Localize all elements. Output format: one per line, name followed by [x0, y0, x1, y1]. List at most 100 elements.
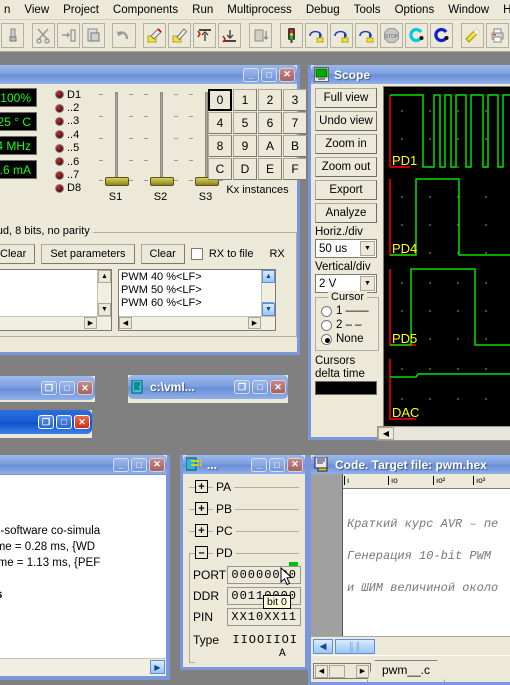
- scroll-left-icon[interactable]: ◀: [313, 639, 333, 654]
- output-minimize-button[interactable]: _: [113, 457, 129, 472]
- menu-item-options[interactable]: Options: [388, 2, 442, 18]
- scope-full-view-button[interactable]: Full view: [315, 88, 377, 108]
- keypad-key-7[interactable]: 7: [283, 112, 307, 134]
- ports-titlebar[interactable]: ... _ □ ✕: [183, 455, 305, 474]
- step-over-icon[interactable]: [304, 23, 328, 48]
- horiz-div-select[interactable]: 50 us ▼: [315, 239, 377, 258]
- tiny-c-maximize-button[interactable]: □: [252, 380, 268, 394]
- panel-minimize-button[interactable]: _: [243, 67, 259, 82]
- copy-icon[interactable]: [81, 23, 105, 48]
- panel-titlebar[interactable]: Panel _ □ ✕: [0, 65, 297, 84]
- output-close-button[interactable]: ✕: [149, 457, 165, 472]
- serial-set-parameters-button[interactable]: Set parameters: [41, 244, 135, 264]
- chevron-down-icon[interactable]: ▼: [360, 276, 375, 291]
- serial-clear-tx-button[interactable]: Clear: [0, 244, 36, 264]
- scope-analyze-button[interactable]: Analyze: [315, 203, 377, 223]
- tiny-a-close-button[interactable]: ✕: [77, 381, 93, 395]
- code-editor[interactable]: Краткий курс AVR – пе Генерация 10-bit P…: [343, 489, 510, 652]
- keypad-key-9[interactable]: 9: [233, 135, 257, 157]
- scroll-down-icon[interactable]: ▼: [262, 303, 275, 316]
- tx-horizontal-scrollbar[interactable]: ▶: [0, 316, 111, 330]
- keypad-key-b[interactable]: B: [283, 135, 307, 157]
- ports-close-button[interactable]: ✕: [287, 457, 303, 472]
- tiny-b-titlebar[interactable]: .. ❐ □ ✕: [0, 410, 92, 434]
- run-traffic-light-icon[interactable]: [279, 23, 303, 48]
- scroll-left-icon[interactable]: ◀: [378, 427, 394, 440]
- code-titlebar[interactable]: Code. Target file: pwm.hex: [311, 455, 510, 474]
- scroll-up-icon[interactable]: ▲: [98, 270, 111, 283]
- expand-icon-pb[interactable]: +: [195, 502, 208, 515]
- new-icon[interactable]: [1, 23, 25, 48]
- scope-zoom-in-button[interactable]: Zoom in: [315, 134, 377, 154]
- output-maximize-button[interactable]: □: [131, 457, 147, 472]
- menu-item-window[interactable]: Window: [441, 2, 496, 18]
- reset-cyan-icon[interactable]: [405, 23, 429, 48]
- ports-minimize-button[interactable]: _: [251, 457, 267, 472]
- scroll-right-icon[interactable]: ▶: [150, 660, 165, 674]
- scope-zoom-out-button[interactable]: Zoom out: [315, 157, 377, 177]
- output-body[interactable]: ct File Maker me rting hardware-software…: [0, 474, 167, 677]
- keypad-key-2[interactable]: 2: [258, 89, 282, 111]
- step-into-icon[interactable]: [329, 23, 353, 48]
- build-icon[interactable]: [143, 23, 167, 48]
- download-icon[interactable]: [218, 23, 242, 48]
- scroll-up-icon[interactable]: ▲: [262, 270, 275, 283]
- radio-icon-selected[interactable]: [321, 333, 332, 345]
- menu-item-n[interactable]: n: [2, 2, 17, 18]
- menu-item-debug[interactable]: Debug: [299, 2, 347, 18]
- menu-item-components[interactable]: Components: [106, 2, 185, 18]
- scope-horizontal-scrollbar[interactable]: ◀: [377, 426, 510, 441]
- tiny-c-close-button[interactable]: ✕: [270, 380, 286, 394]
- scope-export-button[interactable]: Export: [315, 180, 377, 200]
- keypad-key-d[interactable]: D: [233, 158, 257, 180]
- tab-mini-scrollbar[interactable]: ◀ ▶: [313, 663, 371, 679]
- keypad-key-c[interactable]: C: [208, 158, 232, 180]
- rx-to-file-checkbox[interactable]: [190, 248, 203, 260]
- keypad-key-0[interactable]: 0: [208, 89, 232, 111]
- keypad-key-1[interactable]: 1: [233, 89, 257, 111]
- keypad-key-a[interactable]: A: [258, 135, 282, 157]
- tiny-a-restore-button[interactable]: ❐: [41, 381, 57, 395]
- keypad-key-6[interactable]: 6: [258, 112, 282, 134]
- tiny-c-titlebar[interactable]: c:\vml... ❐ □ ✕: [128, 375, 288, 399]
- tiny-b-close-button[interactable]: ✕: [74, 415, 90, 429]
- keypad-key-8[interactable]: 8: [208, 135, 232, 157]
- cursor-option-none[interactable]: None: [316, 332, 378, 346]
- rx-horizontal-scrollbar[interactable]: ◀ ▶: [119, 316, 275, 330]
- menu-item-help[interactable]: Help: [496, 2, 510, 18]
- tx-vertical-scrollbar[interactable]: ▲ ▼: [97, 270, 111, 316]
- menu-item-project[interactable]: Project: [56, 2, 106, 18]
- scroll-right-icon[interactable]: ▶: [356, 664, 369, 678]
- tiny-a-maximize-button[interactable]: □: [59, 381, 75, 395]
- panel-close-button[interactable]: ✕: [279, 67, 295, 82]
- step-out-icon[interactable]: [354, 23, 379, 48]
- chevron-down-icon[interactable]: ▼: [360, 241, 375, 256]
- scroll-left-icon[interactable]: ◀: [315, 664, 328, 678]
- stop-icon[interactable]: STOP: [380, 23, 404, 48]
- cursor-option-1[interactable]: 1 ——: [316, 304, 378, 318]
- tab-pwm-c[interactable]: pwm__.c: [367, 660, 446, 682]
- cut-icon[interactable]: [31, 23, 55, 48]
- keypad-key-f[interactable]: F: [283, 158, 307, 180]
- rx-vertical-scrollbar[interactable]: ▲ ▼: [261, 270, 275, 320]
- output-horizontal-scrollbar[interactable]: ▶: [0, 658, 166, 676]
- paste-special-icon[interactable]: [56, 23, 80, 48]
- serial-clear-rx-button[interactable]: Clear: [140, 244, 185, 264]
- menu-item-view[interactable]: View: [17, 2, 56, 18]
- serial-tx-textarea[interactable]: ▲ ▼ ▶: [0, 269, 112, 331]
- keypad-key-5[interactable]: 5: [233, 112, 257, 134]
- code-scroll-thumb[interactable]: ║║: [335, 639, 375, 654]
- keypad-key-3[interactable]: 3: [283, 89, 307, 111]
- scroll-down-icon[interactable]: ▼: [98, 303, 111, 316]
- tiny-b-maximize-button[interactable]: □: [56, 415, 72, 429]
- rebuild-icon[interactable]: [168, 23, 192, 48]
- menu-item-multiprocess[interactable]: Multiprocess: [220, 2, 299, 18]
- upload-icon[interactable]: [193, 23, 217, 48]
- radio-icon[interactable]: [321, 305, 332, 317]
- scroll-right-icon[interactable]: ▶: [248, 317, 261, 329]
- scope-titlebar[interactable]: Scope: [311, 65, 510, 84]
- tiny-b-restore-button[interactable]: ❐: [38, 415, 54, 429]
- port-group-pc[interactable]: + PC: [187, 522, 301, 541]
- slider-s1[interactable]: S1: [93, 88, 138, 203]
- options-icon[interactable]: [460, 23, 484, 48]
